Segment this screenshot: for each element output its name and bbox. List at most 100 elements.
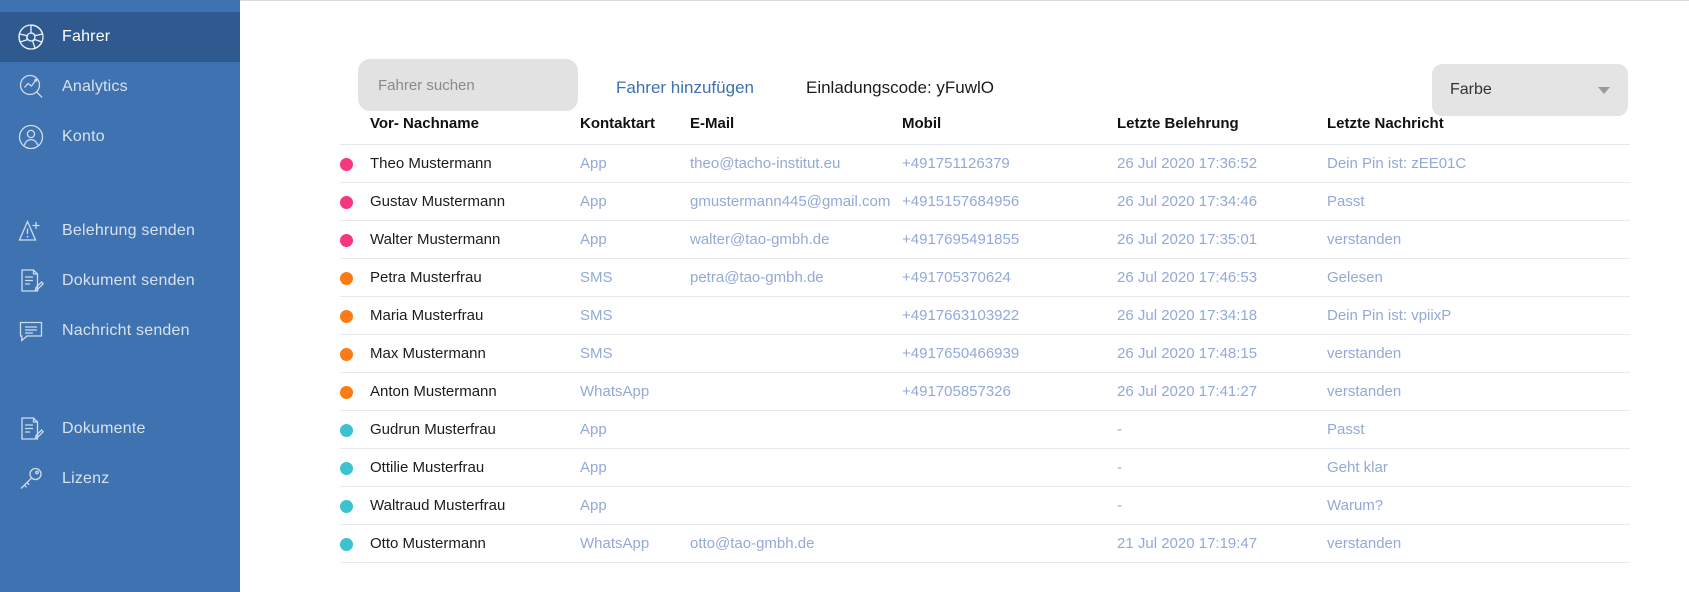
sidebar-item-analytics[interactable]: Analytics [0, 62, 240, 112]
cell-kontaktart: App [580, 182, 690, 221]
color-dot-icon [340, 195, 353, 209]
analytics-icon [16, 72, 46, 102]
cell-letzte-nachricht: Warum? [1327, 486, 1630, 525]
cell-name: Ottilie Musterfrau [370, 448, 580, 487]
row-color-cell [340, 486, 370, 525]
chevron-down-icon [1598, 86, 1610, 94]
toolbar: Fahrer hinzufügen Einladungscode: yFuwlO… [240, 1, 1689, 121]
table-row[interactable]: Gudrun Musterfrau App - Passt [340, 410, 1630, 449]
cell-name: Otto Mustermann [370, 524, 580, 563]
cell-letzte-belehrung: 26 Jul 2020 17:35:01 [1117, 220, 1327, 259]
cell-kontaktart: SMS [580, 296, 690, 335]
cell-letzte-belehrung: - [1117, 448, 1327, 487]
row-color-cell [340, 448, 370, 487]
cell-email: gmustermann445@gmail.com [690, 182, 902, 221]
cell-mobil [902, 486, 1117, 525]
row-color-cell [340, 372, 370, 411]
sidebar-item-dokument-senden[interactable]: Dokument senden [0, 256, 240, 306]
table-row[interactable]: Walter Mustermann App walter@tao-gmbh.de +4… [340, 220, 1630, 259]
cell-letzte-belehrung: 26 Jul 2020 17:34:18 [1117, 296, 1327, 335]
cell-email: otto@tao-gmbh.de [690, 524, 902, 563]
sidebar-item-label: Konto [62, 128, 105, 145]
color-dot-icon [340, 499, 353, 513]
cell-mobil [902, 524, 1117, 563]
cell-letzte-nachricht: verstanden [1327, 220, 1630, 259]
cell-letzte-belehrung: - [1117, 410, 1327, 449]
sidebar-item-fahrer[interactable]: Fahrer [0, 12, 240, 62]
cell-mobil [902, 448, 1117, 487]
cell-mobil: +491705857326 [902, 372, 1117, 411]
cell-letzte-nachricht: verstanden [1327, 372, 1630, 411]
cell-letzte-belehrung: 26 Jul 2020 17:48:15 [1117, 334, 1327, 373]
cell-mobil: +491751126379 [902, 144, 1117, 183]
cell-letzte-nachricht: Gelesen [1327, 258, 1630, 297]
cell-letzte-nachricht: verstanden [1327, 524, 1630, 563]
cell-name: Gudrun Musterfrau [370, 410, 580, 449]
warning-send-icon [16, 216, 46, 246]
documents-icon [16, 414, 46, 444]
sidebar-item-konto[interactable]: Konto [0, 112, 240, 162]
sidebar-item-label: Belehrung senden [62, 222, 196, 239]
steering-wheel-icon [16, 22, 46, 52]
cell-email [690, 486, 902, 525]
cell-email [690, 334, 902, 373]
color-dot-icon [340, 271, 353, 285]
cell-mobil [902, 410, 1117, 449]
search-input[interactable] [358, 59, 578, 111]
cell-name: Max Mustermann [370, 334, 580, 373]
add-driver-button[interactable]: Fahrer hinzufügen [616, 78, 754, 98]
table-row[interactable]: Otto Mustermann WhatsApp otto@tao-gmbh.de 2… [340, 524, 1630, 563]
cell-name: Gustav Mustermann [370, 182, 580, 221]
sidebar-item-label: Nachricht senden [62, 322, 190, 339]
cell-letzte-nachricht: verstanden [1327, 334, 1630, 373]
cell-letzte-belehrung: 26 Jul 2020 17:41:27 [1117, 372, 1327, 411]
cell-letzte-belehrung: 26 Jul 2020 17:36:52 [1117, 144, 1327, 183]
cell-letzte-belehrung: 26 Jul 2020 17:34:46 [1117, 182, 1327, 221]
cell-email [690, 410, 902, 449]
table-row[interactable]: Anton Mustermann WhatsApp +491705857326 26 … [340, 372, 1630, 411]
cell-letzte-belehrung: - [1117, 486, 1327, 525]
sidebar-item-lizenz[interactable]: Lizenz [0, 454, 240, 504]
table-row[interactable]: Max Mustermann SMS +4917650466939 26 Jul 20… [340, 334, 1630, 373]
color-dot-icon [340, 537, 353, 551]
cell-kontaktart: App [580, 448, 690, 487]
cell-mobil: +4915157684956 [902, 182, 1117, 221]
table-row[interactable]: Maria Musterfrau SMS +4917663103922 26 Jul … [340, 296, 1630, 335]
table-row[interactable]: Gustav Mustermann App gmustermann445@gmail… [340, 182, 1630, 221]
table-row[interactable]: Ottilie Musterfrau App - Geht klar [340, 448, 1630, 487]
table-row[interactable]: Petra Musterfrau SMS petra@tao-gmbh.de +491… [340, 258, 1630, 297]
cell-name: Walter Mustermann [370, 220, 580, 259]
color-dot-icon [340, 461, 353, 475]
sidebar-item-dokumente[interactable]: Dokumente [0, 404, 240, 454]
table-row[interactable]: Theo Mustermann App theo@tacho-institut.eu… [340, 144, 1630, 183]
cell-letzte-nachricht: Geht klar [1327, 448, 1630, 487]
cell-letzte-nachricht: Passt [1327, 182, 1630, 221]
app-root: Fahrer Analytics Konto Belehrung senden … [0, 0, 1689, 592]
color-filter-label: Farbe [1450, 81, 1492, 98]
row-color-cell [340, 144, 370, 183]
cell-kontaktart: WhatsApp [580, 372, 690, 411]
cell-letzte-belehrung: 21 Jul 2020 17:19:47 [1117, 524, 1327, 563]
sidebar-item-nachricht-senden[interactable]: Nachricht senden [0, 306, 240, 356]
sidebar-item-label: Dokument senden [62, 272, 195, 289]
key-icon [16, 464, 46, 494]
cell-email [690, 296, 902, 335]
sidebar-item-label: Dokumente [62, 420, 146, 437]
cell-name: Petra Musterfrau [370, 258, 580, 297]
color-dot-icon [340, 309, 353, 323]
color-filter-select[interactable]: Farbe [1432, 64, 1628, 116]
sidebar-item-label: Analytics [62, 78, 128, 95]
cell-kontaktart: App [580, 220, 690, 259]
cell-kontaktart: SMS [580, 258, 690, 297]
sidebar-item-label: Lizenz [62, 470, 110, 487]
sidebar-item-belehrung-senden[interactable]: Belehrung senden [0, 206, 240, 256]
color-dot-icon [340, 347, 353, 361]
table-row[interactable]: Waltraud Musterfrau App - Warum? [340, 486, 1630, 525]
cell-letzte-belehrung: 26 Jul 2020 17:46:53 [1117, 258, 1327, 297]
color-dot-icon [340, 157, 353, 171]
cell-kontaktart: WhatsApp [580, 524, 690, 563]
cell-letzte-nachricht: Dein Pin ist: zEE01C [1327, 144, 1630, 183]
cell-mobil: +4917663103922 [902, 296, 1117, 335]
